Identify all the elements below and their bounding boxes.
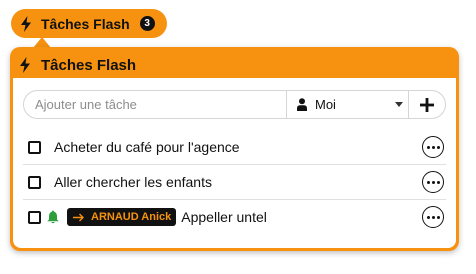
panel-body: Moi Acheter du café pour l'agence Aller … — [13, 78, 456, 248]
task-row: Acheter du café pour l'agence — [23, 130, 446, 165]
more-options-icon[interactable] — [422, 171, 444, 193]
more-options-icon[interactable] — [422, 136, 444, 158]
bell-icon — [47, 210, 59, 224]
person-icon — [297, 98, 307, 111]
flash-tasks-button-label: Tâches Flash — [41, 15, 130, 32]
task-text: Appeller untel — [181, 209, 267, 225]
task-row: ARNAUD Anick Appeller untel — [23, 200, 446, 234]
task-text: Acheter du café pour l'agence — [54, 139, 240, 155]
new-task-input[interactable] — [35, 97, 285, 112]
bolt-icon — [19, 57, 31, 73]
add-task-bar: Moi — [23, 90, 446, 119]
flash-tasks-toggle-button[interactable]: Tâches Flash 3 — [11, 9, 167, 38]
panel-title: Tâches Flash — [41, 56, 137, 74]
assignee-name: ARNAUD Anick — [91, 211, 172, 223]
task-count-badge: 3 — [139, 16, 155, 31]
task-text: Aller chercher les enfants — [54, 174, 212, 190]
flash-tasks-panel: Tâches Flash Moi Acheter du café pour l'… — [10, 47, 459, 251]
task-checkbox[interactable] — [28, 175, 41, 189]
assignee-value: Moi — [315, 97, 336, 112]
chevron-down-icon — [395, 102, 403, 107]
more-options-icon[interactable] — [422, 206, 444, 228]
assignee-select[interactable]: Moi — [286, 91, 411, 118]
assignee-tag: ARNAUD Anick — [67, 208, 177, 226]
task-checkbox[interactable] — [28, 140, 41, 154]
task-row: Aller chercher les enfants — [23, 165, 446, 200]
arrow-right-icon — [73, 213, 85, 222]
task-checkbox[interactable] — [28, 210, 41, 224]
bolt-icon — [20, 15, 32, 32]
plus-icon — [420, 97, 434, 112]
add-task-button[interactable] — [408, 91, 445, 118]
